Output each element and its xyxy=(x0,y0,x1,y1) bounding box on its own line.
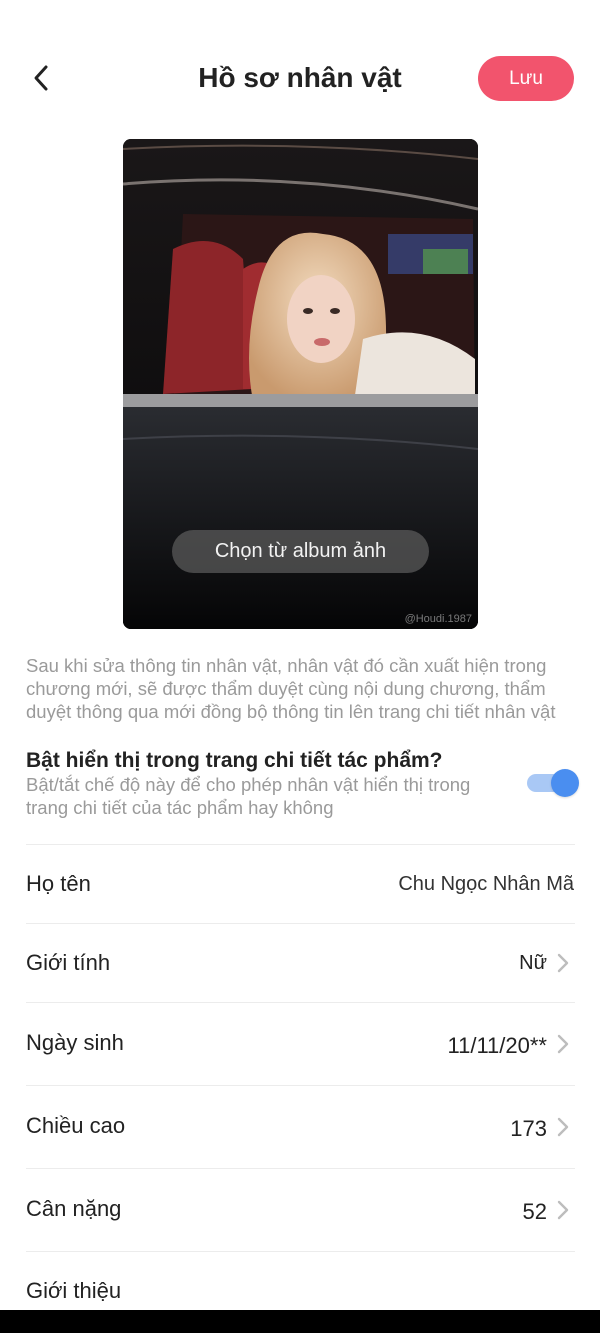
system-navigation-bar xyxy=(0,1310,600,1333)
save-button[interactable]: Lưu xyxy=(478,56,574,101)
visibility-toggle-description: Bật/tắt chế độ này để cho phép nhân vật … xyxy=(26,774,471,818)
height-row[interactable]: Chiều cao 173 xyxy=(0,1086,600,1168)
visibility-toggle-switch[interactable] xyxy=(527,769,581,797)
birthday-value: 11/11/20** xyxy=(447,1033,548,1058)
weight-label: Cân nặng xyxy=(26,1196,122,1221)
intro-label: Giới thiệu xyxy=(26,1278,122,1303)
height-label: Chiều cao xyxy=(26,1113,126,1138)
chevron-right-icon xyxy=(557,1200,569,1220)
gender-row[interactable]: Giới tính Nữ xyxy=(0,924,600,1002)
height-value: 173 xyxy=(510,1116,547,1141)
switch-knob xyxy=(551,769,579,797)
birthday-row[interactable]: Ngày sinh 11/11/20** xyxy=(0,1003,600,1085)
gender-label: Giới tính xyxy=(26,950,111,975)
weight-row[interactable]: Cân nặng 52 xyxy=(0,1169,600,1251)
birthday-label: Ngày sinh xyxy=(26,1030,124,1055)
choose-from-album-button[interactable]: Chọn từ album ảnh xyxy=(172,530,429,573)
gender-value: Nữ xyxy=(519,952,547,974)
top-bar: Hồ sơ nhân vật Lưu xyxy=(0,0,600,150)
review-notice-text: Sau khi sửa thông tin nhân vật, nhân vật… xyxy=(26,655,556,722)
name-label: Họ tên xyxy=(26,871,91,896)
chevron-right-icon xyxy=(557,1117,569,1137)
photo-watermark: @Houdi.1987 xyxy=(404,613,472,625)
name-value: Chu Ngọc Nhân Mã xyxy=(398,873,574,895)
character-photo[interactable]: Chọn từ album ảnh @Houdi.1987 xyxy=(123,139,478,629)
weight-value: 52 xyxy=(522,1199,547,1224)
visibility-toggle-title: Bật hiển thị trong trang chi tiết tác ph… xyxy=(26,749,443,772)
intro-row[interactable]: Giới thiệu xyxy=(0,1252,600,1310)
chevron-right-icon xyxy=(557,1034,569,1054)
name-row[interactable]: Họ tên Chu Ngọc Nhân Mã xyxy=(0,845,600,923)
chevron-right-icon xyxy=(557,953,569,973)
